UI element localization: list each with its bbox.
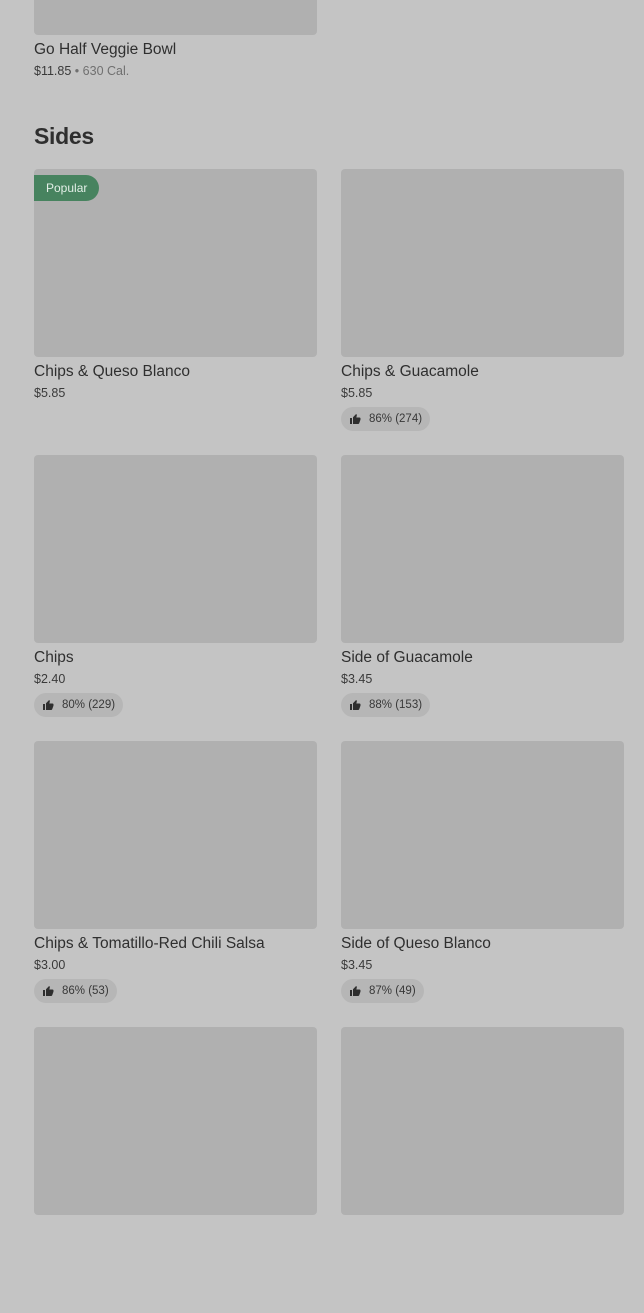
item-meta: $11.85 • 630 Cal. xyxy=(34,63,317,79)
popular-badge: Popular xyxy=(34,175,100,201)
item-price: $3.45 xyxy=(341,958,373,972)
menu-item-card[interactable]: Chips $2.40 80% (229) xyxy=(34,455,317,741)
menu-item-go-half-veggie-bowl[interactable]: Go Half Veggie Bowl $11.85 • 630 Cal. xyxy=(34,0,317,79)
item-price: $2.40 xyxy=(34,672,66,686)
item-image xyxy=(341,169,624,357)
rating-badge: 86% (53) xyxy=(34,979,117,1003)
item-image xyxy=(341,455,624,643)
item-price: $11.85 xyxy=(34,64,72,78)
rating-badge: 87% (49) xyxy=(341,979,424,1003)
item-image xyxy=(34,741,317,929)
menu-item-card[interactable]: Side of Guacamole $3.45 88% (153) xyxy=(341,455,624,741)
rating-badge: 88% (153) xyxy=(341,693,431,717)
rating-text: 87% (49) xyxy=(369,985,416,997)
separator-dot: • xyxy=(74,64,80,78)
item-name: Go Half Veggie Bowl xyxy=(34,41,177,58)
item-price: $3.00 xyxy=(34,958,66,972)
rating-text: 86% (53) xyxy=(62,985,109,997)
item-calories: 630 Cal. xyxy=(82,64,130,78)
rating-text: 80% (229) xyxy=(62,699,116,711)
menu-item-card[interactable] xyxy=(34,1027,317,1313)
menu-item-card[interactable] xyxy=(341,1027,624,1313)
item-name: Side of Queso Blanco xyxy=(341,935,491,952)
item-image xyxy=(341,1027,624,1215)
item-price: $3.45 xyxy=(341,672,373,686)
item-image xyxy=(34,455,317,643)
item-image xyxy=(34,1027,317,1215)
thumbs-up-icon xyxy=(42,699,54,711)
rating-text: 88% (153) xyxy=(369,699,423,711)
item-name: Side of Guacamole xyxy=(341,649,473,666)
item-name: Chips & Queso Blanco xyxy=(34,363,190,380)
item-name: Chips xyxy=(34,649,74,666)
thumbs-up-icon xyxy=(349,699,361,711)
thumbs-up-icon xyxy=(349,413,361,425)
menu-item-card[interactable]: Chips & Guacamole $5.85 86% (274) xyxy=(341,169,624,455)
item-image xyxy=(34,0,317,35)
sides-grid: Popular Chips & Queso Blanco $5.85 Chips… xyxy=(34,169,624,1313)
item-price: $5.85 xyxy=(34,386,66,400)
menu-item-card[interactable]: Side of Queso Blanco $3.45 87% (49) xyxy=(341,741,624,1027)
item-image: Popular xyxy=(34,169,317,357)
item-name: Chips & Guacamole xyxy=(341,363,479,380)
rating-badge: 86% (274) xyxy=(341,407,431,431)
menu-item-card[interactable]: Popular Chips & Queso Blanco $5.85 xyxy=(34,169,317,455)
item-name: Chips & Tomatillo-Red Chili Salsa xyxy=(34,935,265,952)
item-price: $5.85 xyxy=(341,386,373,400)
item-image xyxy=(341,741,624,929)
thumbs-up-icon xyxy=(349,985,361,997)
section-title: Sides xyxy=(34,123,94,149)
rating-text: 86% (274) xyxy=(369,413,423,425)
menu-item-card[interactable]: Chips & Tomatillo-Red Chili Salsa $3.00 … xyxy=(34,741,317,1027)
thumbs-up-icon xyxy=(42,985,54,997)
rating-badge: 80% (229) xyxy=(34,693,124,717)
